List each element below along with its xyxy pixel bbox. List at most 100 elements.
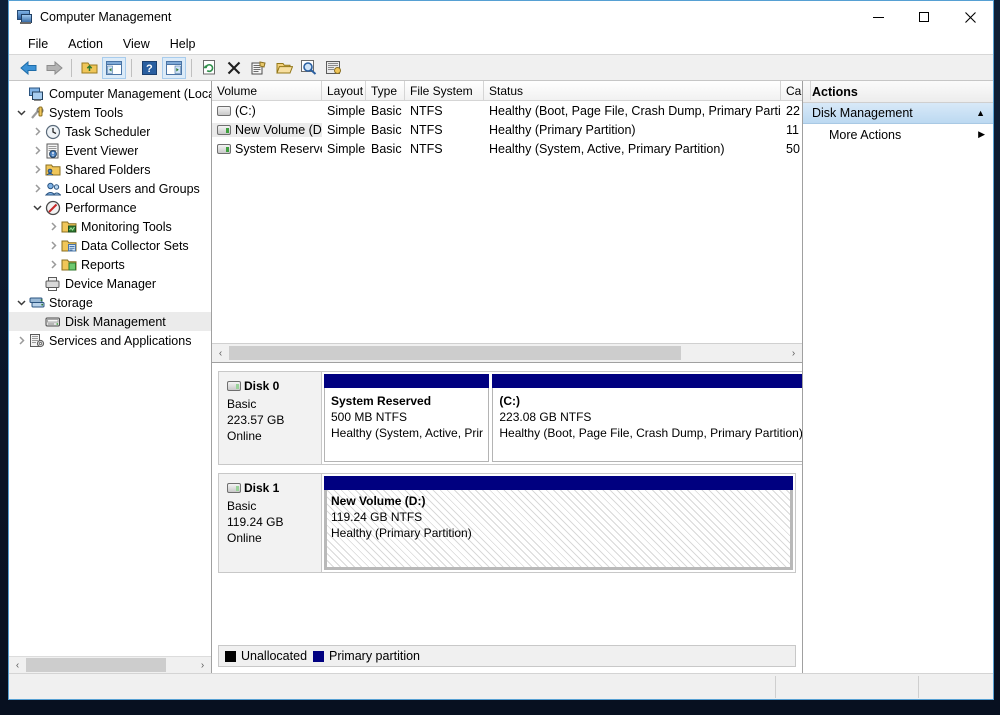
up-folder-icon[interactable] <box>77 57 101 79</box>
disk-partition[interactable]: New Volume (D:) 119.24 GB NTFS Healthy (Pr… <box>324 476 793 570</box>
toolbar-separator <box>131 58 132 77</box>
disk-size: 223.57 GB <box>227 413 285 427</box>
delete-icon[interactable] <box>222 57 246 79</box>
volume-row[interactable]: System Reserved Simple Basic NTFS Healthy (S… <box>212 139 802 158</box>
open-folder-icon[interactable] <box>272 57 296 79</box>
disk-title: Disk 1 <box>244 481 280 495</box>
actions-group-disk-management[interactable]: Disk Management ▲ <box>803 103 993 124</box>
chevron-up-icon[interactable]: ▲ <box>976 108 985 118</box>
close-button[interactable] <box>947 1 993 33</box>
chevron-right-icon[interactable] <box>45 255 61 274</box>
forward-icon[interactable] <box>42 57 66 79</box>
partition-body[interactable]: System Reserved 500 MB NTFS Healthy (Syste… <box>324 388 490 462</box>
tree-node-system-tools[interactable]: System Tools <box>9 103 211 122</box>
volume-cell-file-system: NTFS <box>410 141 443 156</box>
tree-scroll-left-arrow[interactable]: ‹ <box>9 657 26 673</box>
tree-node-label: Performance <box>65 200 137 215</box>
menu-action[interactable]: Action <box>59 34 112 54</box>
minimize-button[interactable] <box>855 1 901 33</box>
volume-cell-name[interactable]: New Volume (D:) <box>212 122 322 137</box>
chevron-down-icon[interactable] <box>13 103 29 122</box>
legend-label: Unallocated <box>241 649 308 663</box>
tree-scroll-right-arrow[interactable]: › <box>194 657 211 673</box>
chevron-right-icon[interactable] <box>45 236 61 255</box>
back-icon[interactable] <box>17 57 41 79</box>
tree-node-disk-management[interactable]: Disk Management <box>9 312 211 331</box>
rescan-disks-icon[interactable] <box>322 57 346 79</box>
tree-node-local-users-and-groups[interactable]: Local Users and Groups <box>9 179 211 198</box>
chevron-right-icon[interactable] <box>29 179 45 198</box>
volume-scroll-left-arrow[interactable]: ‹ <box>212 345 229 361</box>
partition-type-bar <box>324 374 490 388</box>
tree-horizontal-scrollbar[interactable]: ‹ › <box>9 656 211 673</box>
volume-cell-name[interactable]: System Reserved <box>212 142 322 156</box>
chevron-down-icon[interactable] <box>29 198 45 217</box>
maximize-button[interactable] <box>901 1 947 33</box>
chevron-right-icon[interactable] <box>45 217 61 236</box>
menu-help[interactable]: Help <box>161 34 205 54</box>
legend-swatch <box>313 650 325 662</box>
partition-body[interactable]: New Volume (D:) 119.24 GB NTFS Healthy (Pr… <box>324 490 793 570</box>
data-collector-sets-folder-icon <box>61 238 77 254</box>
properties-icon[interactable] <box>247 57 271 79</box>
tree-node-label: Services and Applications <box>49 333 192 348</box>
chevron-right-icon[interactable] <box>29 122 45 141</box>
volume-cell-layout: Simple <box>327 122 366 137</box>
tree-node-event-viewer[interactable]: Event Viewer <box>9 141 211 160</box>
title-bar: Computer Management <box>9 1 993 33</box>
partition-name: System Reserved <box>331 394 432 408</box>
chevron-right-icon[interactable] <box>29 141 45 160</box>
show-hide-console-tree-icon[interactable] <box>102 56 126 79</box>
volume-column-header-volume[interactable]: Volume <box>212 81 322 100</box>
tree-node-device-manager[interactable]: Device Manager <box>9 274 211 293</box>
tree-node-reports[interactable]: Reports <box>9 255 211 274</box>
volume-row[interactable]: (C:) Simple Basic NTFS Healthy (Boot, Page F… <box>212 101 802 120</box>
tree-node-label: Storage <box>49 295 93 310</box>
partition-name: (C:) <box>499 394 521 408</box>
volume-column-header-file-system[interactable]: File System <box>405 81 484 100</box>
tree-node-shared-folders[interactable]: Shared Folders <box>9 160 211 179</box>
search-icon[interactable] <box>297 57 321 79</box>
chevron-down-icon[interactable] <box>13 293 29 312</box>
volume-drive-icon <box>217 105 231 116</box>
tree-node-task-scheduler[interactable]: Task Scheduler <box>9 122 211 141</box>
volume-scroll-right-arrow[interactable]: › <box>785 345 802 361</box>
chevron-right-icon[interactable] <box>29 160 45 179</box>
show-hide-action-pane-icon[interactable] <box>162 56 186 79</box>
tree-scroll-track[interactable] <box>26 657 194 673</box>
legend-item: Primary partition <box>313 649 420 663</box>
tree-scroll-thumb[interactable] <box>26 658 166 672</box>
disk-info-panel[interactable]: Disk 1 Basic 119.24 GB Online <box>218 473 322 573</box>
tree-node-computer-management-local[interactable]: Computer Management (Local <box>9 84 211 103</box>
tree-node-data-collector-sets[interactable]: Data Collector Sets <box>9 236 211 255</box>
action-more-actions[interactable]: More Actions ▶ <box>803 124 993 145</box>
volume-column-header-ca[interactable]: Ca <box>781 81 811 100</box>
volume-column-header-status[interactable]: Status <box>484 81 781 100</box>
volume-scroll-track[interactable] <box>229 345 785 361</box>
help-icon[interactable]: ? <box>137 57 161 79</box>
tree-expander-spacer <box>13 84 29 103</box>
graphical-disk-view: Disk 0 Basic 223.57 GB Online System Reserve… <box>212 362 802 673</box>
refresh-icon[interactable] <box>197 57 221 79</box>
volume-cell-name[interactable]: (C:) <box>212 104 322 118</box>
tree-node-performance[interactable]: Performance <box>9 198 211 217</box>
disk-info-panel[interactable]: Disk 0 Basic 223.57 GB Online <box>218 371 322 465</box>
volume-scroll-thumb[interactable] <box>229 346 681 360</box>
partition-body[interactable]: (C:) 223.08 GB NTFS Healthy (Boot, Page Fi… <box>492 388 802 462</box>
tree-node-storage[interactable]: Storage <box>9 293 211 312</box>
volume-column-header-type[interactable]: Type <box>366 81 405 100</box>
menu-view[interactable]: View <box>114 34 159 54</box>
tree-node-monitoring-tools[interactable]: Monitoring Tools <box>9 217 211 236</box>
menu-file[interactable]: File <box>19 34 57 54</box>
volume-column-header-layout[interactable]: Layout <box>322 81 366 100</box>
tree-node-label: Task Scheduler <box>65 124 151 139</box>
disk-partition[interactable]: (C:) 223.08 GB NTFS Healthy (Boot, Page Fi… <box>492 374 802 462</box>
chevron-right-icon[interactable] <box>13 331 29 350</box>
tree-expander-spacer <box>29 274 45 293</box>
shared-folders-icon <box>45 162 61 178</box>
tree-node-services-and-applications[interactable]: Services and Applications <box>9 331 211 350</box>
disk-partition[interactable]: System Reserved 500 MB NTFS Healthy (Syste… <box>324 374 490 462</box>
volume-list-horizontal-scrollbar[interactable]: ‹ › <box>212 343 802 362</box>
volume-row[interactable]: New Volume (D:) Simple Basic NTFS Healthy (P… <box>212 120 802 139</box>
tree-node-label: Reports <box>81 257 125 272</box>
